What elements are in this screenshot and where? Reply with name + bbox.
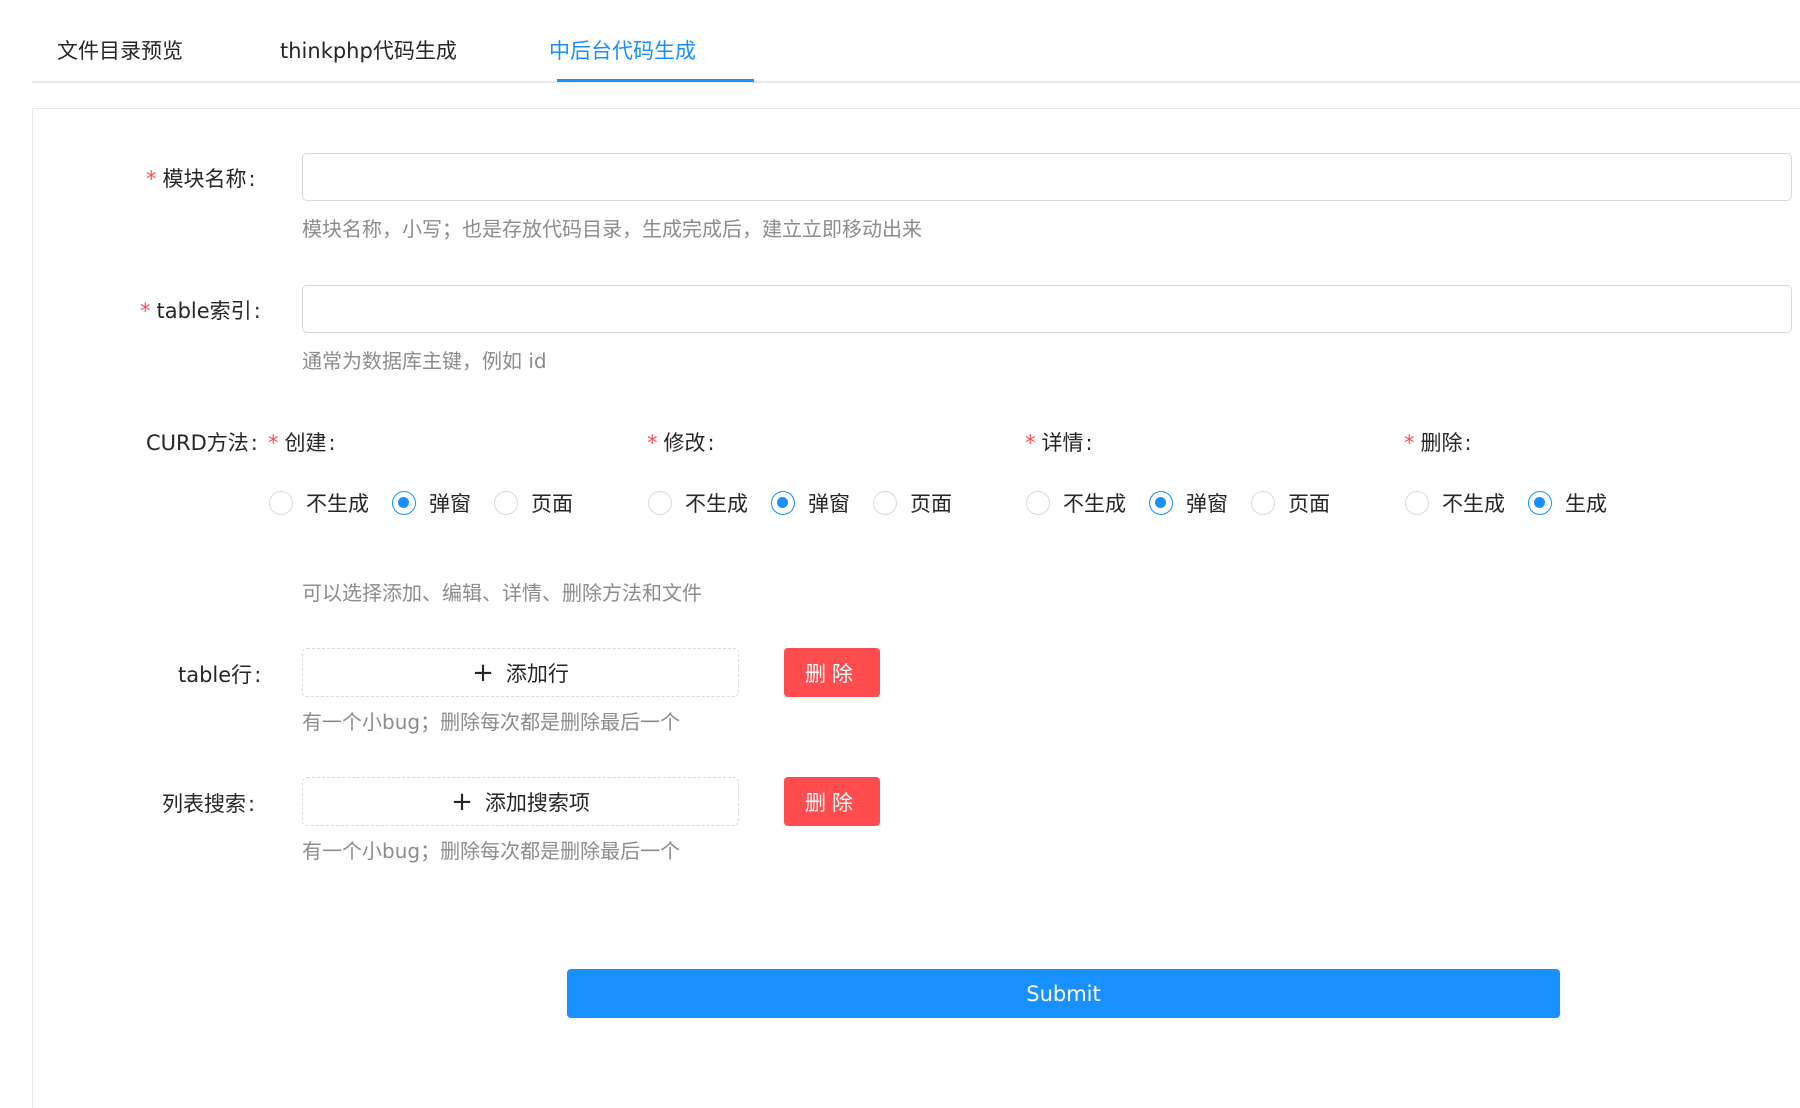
list-search-help: 有一个小bug；删除每次都是删除最后一个	[302, 839, 681, 863]
radio-circle	[1528, 491, 1552, 515]
radio-edit-modal[interactable]: 弹窗	[771, 488, 850, 518]
radio-delete-generate[interactable]: 生成	[1528, 488, 1607, 518]
radio-edit-page[interactable]: 页面	[873, 488, 952, 518]
curd-detail-radio-group: 不生成 弹窗 页面	[1026, 488, 1353, 518]
curd-label: CURD方法:	[146, 431, 258, 455]
plus-icon: +	[451, 786, 473, 817]
add-search-item-button[interactable]: + 添加搜索项	[302, 777, 739, 826]
curd-delete-radio-group: 不生成 生成	[1405, 488, 1630, 518]
curd-edit-radio-group: 不生成 弹窗 页面	[648, 488, 975, 518]
add-row-button[interactable]: + 添加行	[302, 648, 739, 697]
radio-create-none[interactable]: 不生成	[269, 488, 369, 518]
tab-thinkphp-codegen[interactable]: thinkphp代码生成	[280, 35, 457, 83]
module-name-help: 模块名称，小写；也是存放代码目录，生成完成后，建立立即移动出来	[302, 217, 922, 241]
radio-circle	[771, 491, 795, 515]
table-rows-help: 有一个小bug；删除每次都是删除最后一个	[302, 710, 681, 734]
required-mark: *	[140, 299, 151, 323]
module-name-input[interactable]	[302, 153, 1792, 201]
list-search-label: 列表搜索:	[162, 792, 256, 816]
table-index-label: * table索引:	[140, 299, 261, 323]
radio-circle	[1026, 491, 1050, 515]
required-mark: *	[268, 431, 279, 455]
curd-create-radio-group: 不生成 弹窗 页面	[269, 488, 596, 518]
radio-circle	[494, 491, 518, 515]
curd-edit-label: * 修改:	[647, 431, 715, 455]
table-index-help: 通常为数据库主键，例如 id	[302, 349, 547, 373]
plus-icon: +	[472, 657, 494, 688]
table-rows-label: table行:	[178, 663, 262, 687]
required-mark: *	[146, 167, 157, 191]
curd-help: 可以选择添加、编辑、详情、删除方法和文件	[302, 581, 702, 605]
module-name-label: * 模块名称:	[146, 167, 256, 191]
radio-create-modal[interactable]: 弹窗	[392, 488, 471, 518]
curd-create-label: * 创建:	[268, 431, 336, 455]
radio-create-page[interactable]: 页面	[494, 488, 573, 518]
required-mark: *	[647, 431, 658, 455]
submit-button[interactable]: Submit	[567, 969, 1560, 1018]
curd-delete-label: * 删除:	[1404, 431, 1472, 455]
radio-circle	[648, 491, 672, 515]
required-mark: *	[1404, 431, 1415, 455]
required-mark: *	[1025, 431, 1036, 455]
radio-delete-none[interactable]: 不生成	[1405, 488, 1505, 518]
radio-edit-none[interactable]: 不生成	[648, 488, 748, 518]
radio-circle	[873, 491, 897, 515]
tab-admin-codegen[interactable]: 中后台代码生成	[549, 35, 696, 83]
radio-circle	[392, 491, 416, 515]
tab-bar: 文件目录预览 thinkphp代码生成 中后台代码生成	[32, 0, 1800, 83]
delete-search-item-button[interactable]: 删除	[784, 777, 880, 826]
radio-detail-modal[interactable]: 弹窗	[1149, 488, 1228, 518]
curd-detail-label: * 详情:	[1025, 431, 1093, 455]
radio-detail-page[interactable]: 页面	[1251, 488, 1330, 518]
radio-circle	[269, 491, 293, 515]
tab-active-indicator	[557, 79, 754, 82]
radio-circle	[1251, 491, 1275, 515]
radio-circle	[1405, 491, 1429, 515]
table-index-input[interactable]	[302, 285, 1792, 333]
form-card: * 模块名称: 模块名称，小写；也是存放代码目录，生成完成后，建立立即移动出来 *…	[32, 108, 1800, 1108]
radio-circle	[1149, 491, 1173, 515]
tab-file-directory-preview[interactable]: 文件目录预览	[57, 35, 183, 83]
delete-row-button[interactable]: 删除	[784, 648, 880, 697]
radio-detail-none[interactable]: 不生成	[1026, 488, 1126, 518]
